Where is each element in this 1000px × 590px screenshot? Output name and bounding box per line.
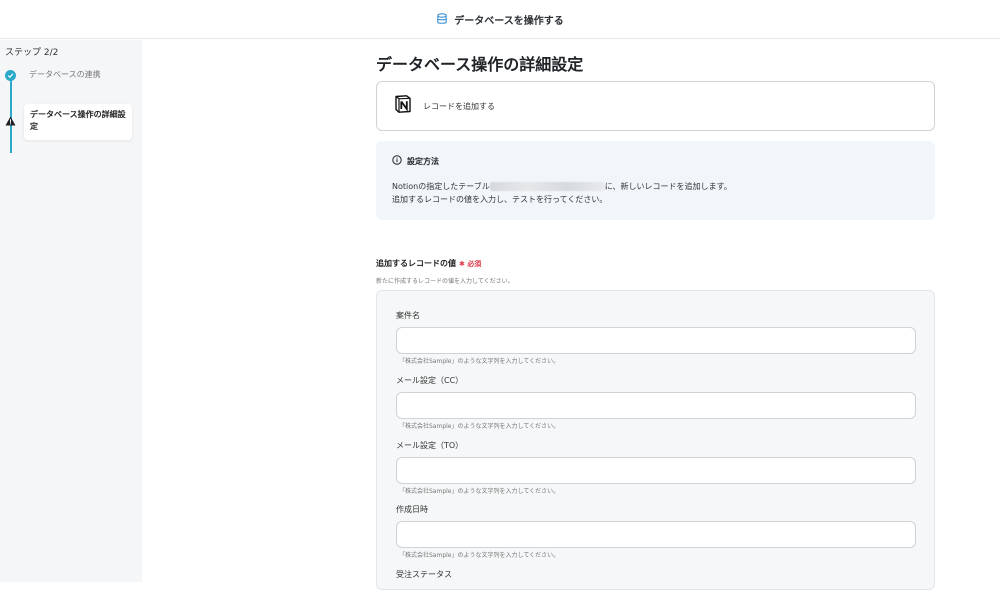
field-label-created-at: 作成日時 bbox=[396, 505, 428, 514]
record-values-title: 追加するレコードの値 bbox=[376, 259, 456, 268]
page-header-title: データベースを操作する bbox=[454, 15, 564, 27]
field-label-mail-cc: メール設定（CC） bbox=[396, 376, 464, 385]
info-line1-suffix: に、新しいレコードを追加します。 bbox=[604, 182, 732, 191]
record-values-description: 新たに作成するレコードの値を入力してください。 bbox=[376, 278, 514, 285]
header-title-group: データベースを操作する bbox=[436, 10, 564, 29]
step-sidebar: ステップ 2/2 データベースの連携 データベース操作の詳細設定 bbox=[0, 40, 142, 582]
required-badge: ✱ 必須 bbox=[459, 260, 482, 268]
field-label-case-name: 案件名 bbox=[396, 311, 420, 320]
case-name-input[interactable] bbox=[396, 327, 916, 354]
field-hint-mail-to: 「株式会社Sample」のような文字列を入力してください。 bbox=[399, 488, 560, 495]
setup-info-box: 設定方法 Notionの指定したテーブル に、新しいレコードを追加します。 追加す… bbox=[376, 141, 935, 220]
created-at-input[interactable] bbox=[396, 521, 916, 548]
field-hint-created-at: 「株式会社Sample」のような文字列を入力してください。 bbox=[399, 552, 560, 559]
app-header: データベースを操作する bbox=[0, 0, 1000, 39]
info-icon bbox=[392, 155, 402, 167]
redacted-table-name bbox=[489, 182, 605, 191]
required-label: 必須 bbox=[467, 260, 482, 268]
info-heading-text: 設定方法 bbox=[407, 156, 439, 166]
action-card: レコードを追加する bbox=[376, 81, 935, 131]
record-fields-panel: 案件名 「株式会社Sample」のような文字列を入力してください。 メール設定（… bbox=[376, 290, 935, 590]
field-hint-mail-cc: 「株式会社Sample」のような文字列を入力してください。 bbox=[399, 423, 560, 430]
field-label-order-status: 受注ステータス bbox=[396, 570, 452, 579]
info-line1-prefix: Notionの指定したテーブル bbox=[392, 182, 490, 191]
notion-logo-icon bbox=[393, 94, 413, 118]
record-values-heading: 追加するレコードの値 ✱ 必須 bbox=[376, 258, 481, 269]
field-hint-case-name: 「株式会社Sample」のような文字列を入力してください。 bbox=[399, 358, 560, 365]
info-text: Notionの指定したテーブル に、新しいレコードを追加します。 追加するレコード… bbox=[392, 180, 919, 206]
field-label-mail-to: メール設定（TO） bbox=[396, 441, 464, 450]
warning-icon bbox=[5, 111, 16, 130]
mail-cc-input[interactable] bbox=[396, 392, 916, 419]
check-icon bbox=[5, 70, 16, 81]
sidebar-step-database-link[interactable]: データベースの連携 bbox=[29, 69, 101, 80]
step-counter: ステップ 2/2 bbox=[5, 48, 59, 58]
sidebar-step-detail-settings[interactable]: データベース操作の詳細設定 bbox=[24, 104, 132, 140]
mail-to-input[interactable] bbox=[396, 457, 916, 484]
info-heading: 設定方法 bbox=[392, 155, 919, 167]
info-line2: 追加するレコードの値を入力し、テストを行ってください。 bbox=[392, 195, 608, 204]
database-icon bbox=[436, 10, 448, 29]
page-title: データベース操作の詳細設定 bbox=[376, 55, 584, 74]
action-label: レコードを追加する bbox=[423, 101, 495, 111]
